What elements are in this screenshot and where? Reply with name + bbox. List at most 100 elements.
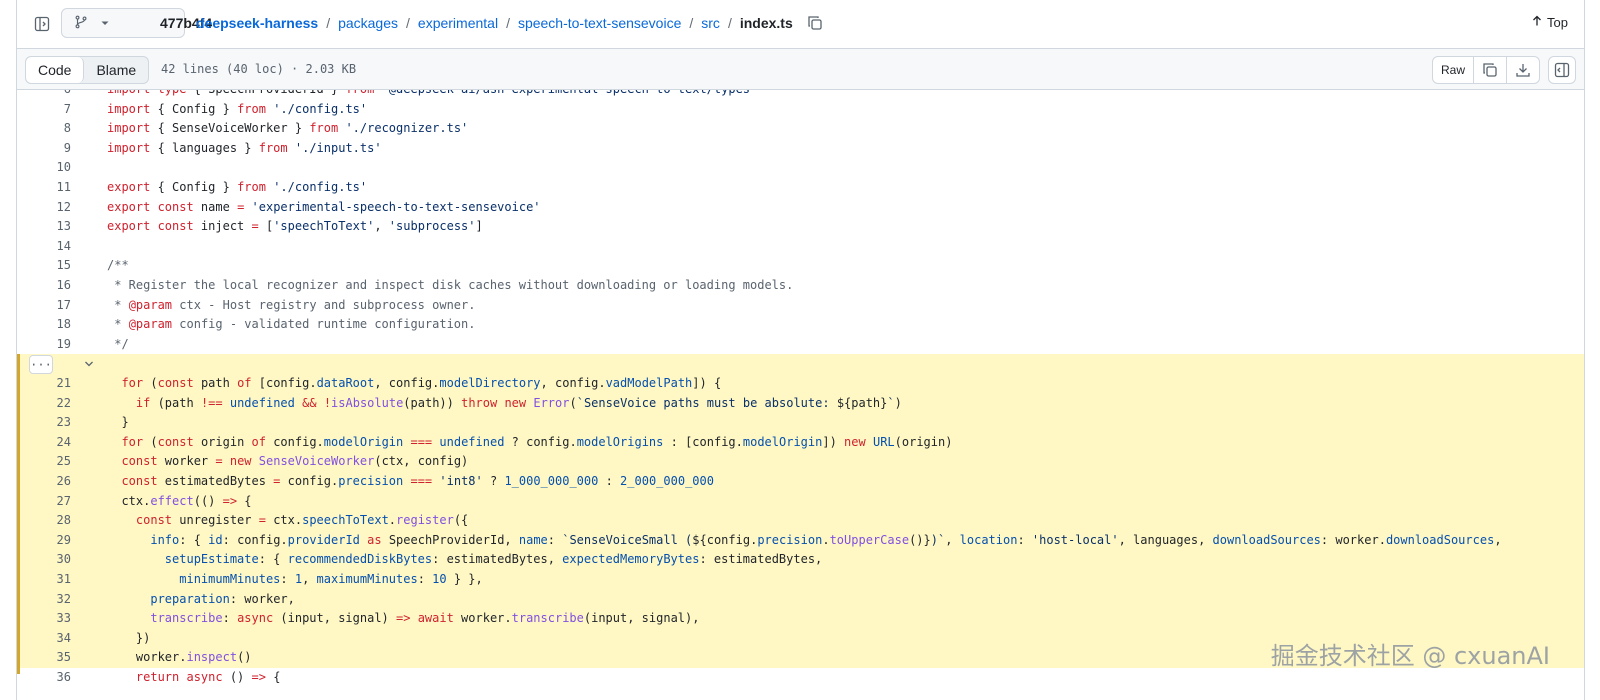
- code-line: 7 import { Config } from './config.ts': [17, 100, 1584, 120]
- code-line: 21 for (const path of [config.dataRoot, …: [17, 374, 1584, 394]
- line-number[interactable]: 35: [17, 648, 71, 668]
- code-line: 27 ctx.effect(() => {: [17, 491, 1584, 512]
- line-number[interactable]: 22: [17, 394, 71, 414]
- code-line: 22 if (path !== undefined && !isAbsolute…: [17, 393, 1584, 414]
- line-code: transcribe: async (input, signal) => awa…: [150, 611, 700, 626]
- chevron-down-icon: [100, 15, 110, 31]
- line-number[interactable]: 27: [17, 492, 71, 512]
- file-meta: 42 lines (40 loc) · 2.03 KB: [161, 62, 357, 76]
- line-number[interactable]: 10: [17, 158, 71, 178]
- line-number[interactable]: 36: [17, 668, 71, 688]
- git-branch-icon: [74, 15, 88, 32]
- line-number[interactable]: 32: [17, 590, 71, 610]
- code-line: 11 export { Config } from './config.ts': [17, 178, 1584, 198]
- line-code: export const name = 'experimental-speech…: [107, 199, 541, 214]
- line-number[interactable]: 25: [17, 452, 71, 472]
- line-code: import { Config } from './config.ts': [107, 101, 368, 116]
- code-line: 10: [17, 158, 1584, 178]
- line-number[interactable]: 33: [17, 609, 71, 629]
- branch-selector[interactable]: 477b4f4: [61, 8, 212, 38]
- line-code: return async () => {: [135, 670, 281, 684]
- line-code: preparation: worker,: [150, 591, 295, 606]
- view-mode-toggle: Code Blame: [25, 56, 150, 84]
- line-number[interactable]: 28: [17, 511, 71, 531]
- download-icon[interactable]: [1507, 57, 1539, 83]
- line-number[interactable]: 16: [17, 276, 71, 296]
- line-number[interactable]: 7: [17, 100, 71, 120]
- line-number[interactable]: 15: [17, 256, 71, 276]
- code-line: 13 export const inject = ['speechToText',…: [17, 217, 1584, 237]
- code-line: 18 * @param config - validated runtime c…: [17, 315, 1584, 335]
- breadcrumb-speech-to-text-sensevoice[interactable]: speech-to-text-sensevoice: [518, 15, 681, 31]
- line-code: worker.inspect(): [107, 650, 252, 665]
- copy-path-icon[interactable]: [807, 15, 823, 31]
- line-number[interactable]: 11: [17, 178, 71, 198]
- code-line: 33 transcribe: async (input, signal) => …: [17, 609, 1584, 629]
- line-number[interactable]: 30: [17, 550, 71, 570]
- breadcrumb-separator: /: [727, 15, 732, 31]
- line-number[interactable]: 19: [17, 335, 71, 355]
- line-number[interactable]: 26: [17, 472, 71, 492]
- line-code: minimumMinutes: 1, maximumMinutes: 10 } …: [179, 572, 483, 586]
- code-line: 25 const worker = new SenseVoiceWorker(c…: [17, 452, 1584, 472]
- line-code: for (const path of [config.dataRoot, con…: [121, 376, 722, 390]
- tab-blame[interactable]: Blame: [84, 57, 148, 83]
- code-line: 6 import type { SpeechProviderId } from '…: [17, 90, 1584, 100]
- breadcrumb-separator: /: [689, 15, 694, 31]
- line-number[interactable]: 12: [17, 198, 71, 218]
- file-view: 477b4f4 deepseek-harness / packages / ex…: [16, 0, 1585, 700]
- code-line: 9 import { languages } from './input.ts': [17, 139, 1584, 159]
- line-number[interactable]: 18: [17, 315, 71, 335]
- line-code: const worker = new SenseVoiceWorker(ctx,…: [121, 454, 469, 469]
- breadcrumb: deepseek-harness / packages / experiment…: [196, 15, 823, 31]
- code-line: 28 const unregister = ctx.speechToText.r…: [17, 511, 1584, 531]
- breadcrumb-src[interactable]: src: [701, 15, 720, 31]
- breadcrumb-separator: /: [506, 15, 510, 31]
- line-code: import { languages } from './input.ts': [107, 140, 382, 155]
- more-options-icon[interactable]: ···: [29, 355, 53, 375]
- symbols-panel-icon[interactable]: [1548, 56, 1576, 84]
- line-code: * Register the local recognizer and insp…: [107, 278, 794, 292]
- line-number[interactable]: 21: [17, 374, 71, 394]
- line-number[interactable]: 24: [17, 433, 71, 453]
- file-toolbar: Code Blame 42 lines (40 loc) · 2.03 KB R…: [17, 48, 1584, 90]
- line-number[interactable]: 34: [17, 629, 71, 649]
- code-view: 6 import type { SpeechProviderId } from '…: [17, 90, 1584, 700]
- raw-actions: Raw: [1431, 56, 1540, 84]
- line-number[interactable]: 9: [17, 139, 71, 159]
- code-line: ··· 20 export function apply(ctx: Contex…: [17, 354, 1584, 449]
- line-code: const estimatedBytes = config.precision …: [121, 474, 714, 488]
- breadcrumb-file: index.ts: [739, 15, 793, 31]
- raw-button[interactable]: Raw: [1433, 57, 1474, 83]
- line-code: info: { id: config.providerId as SpeechP…: [150, 532, 1502, 547]
- tab-code[interactable]: Code: [26, 57, 85, 83]
- sidebar-toggle-icon[interactable]: [31, 13, 53, 35]
- line-number[interactable]: 31: [17, 570, 71, 590]
- file-actions: Raw: [1431, 56, 1576, 84]
- code-line: 26 const estimatedBytes = config.precisi…: [17, 472, 1584, 492]
- line-number[interactable]: 29: [17, 531, 71, 551]
- copy-raw-icon[interactable]: [1474, 57, 1507, 83]
- line-code: * @param config - validated runtime conf…: [107, 317, 476, 332]
- line-code: ctx.effect(() => {: [107, 493, 252, 508]
- line-number[interactable]: 6: [17, 90, 71, 100]
- code-line: 30 setupEstimate: { recommendedDiskBytes…: [17, 550, 1584, 570]
- line-code: /**: [107, 258, 129, 273]
- code-line: 31 minimumMinutes: 1, maximumMinutes: 10…: [17, 570, 1584, 590]
- back-to-top-button[interactable]: Top: [1531, 15, 1568, 30]
- line-number[interactable]: 8: [17, 119, 71, 139]
- line-number[interactable]: 17: [17, 296, 71, 316]
- breadcrumb-packages[interactable]: packages: [338, 15, 398, 31]
- line-number[interactable]: 14: [17, 237, 71, 257]
- breadcrumb-repo[interactable]: deepseek-harness: [196, 15, 318, 31]
- line-number[interactable]: 13: [17, 217, 71, 237]
- line-code: const unregister = ctx.speechToText.regi…: [135, 513, 469, 528]
- breadcrumb-experimental[interactable]: experimental: [418, 15, 498, 31]
- code-line: 24 for (const origin of config.modelOrig…: [17, 432, 1584, 453]
- code-line: 23 }: [17, 413, 1584, 433]
- line-number[interactable]: 23: [17, 413, 71, 433]
- code-line: 17 * @param ctx - Host registry and subp…: [17, 296, 1584, 316]
- file-header: 477b4f4 deepseek-harness / packages / ex…: [17, 0, 1584, 48]
- line-code: if (path !== undefined && !isAbsolute(pa…: [135, 395, 902, 410]
- top-label: Top: [1547, 15, 1568, 30]
